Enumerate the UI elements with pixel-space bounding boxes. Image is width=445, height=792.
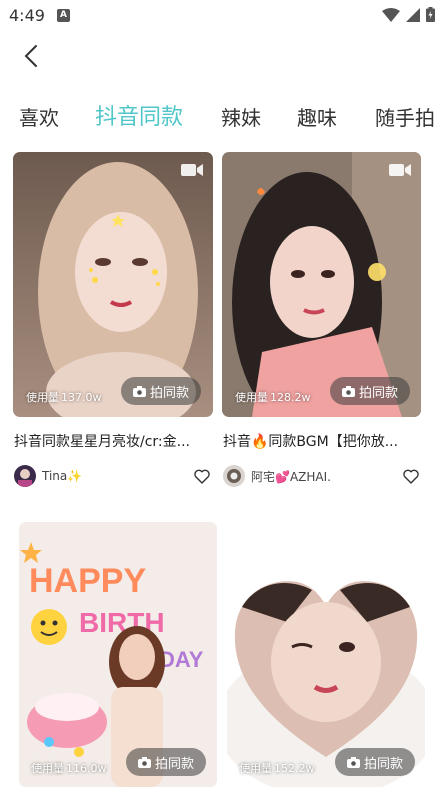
template-title[interactable]: 抖音🔥同款BGM【把你放... — [223, 431, 423, 451]
usage-number: 152.2w — [274, 762, 315, 775]
svg-text:HAPPY: HAPPY — [29, 562, 146, 600]
camera-icon — [132, 385, 146, 397]
usage-count: 使用量 116.0w — [31, 760, 107, 776]
tab-fun[interactable]: 趣味 — [297, 96, 337, 140]
shoot-same-button[interactable]: 拍同款 — [126, 748, 206, 776]
tab-snapshot[interactable]: 随手拍 — [375, 96, 435, 140]
author-name: Tina✨ — [42, 469, 83, 483]
signal-icon — [406, 7, 420, 22]
tab-like[interactable]: 喜欢 — [19, 96, 59, 140]
author-name: 阿宅💕AZHAI. — [251, 469, 331, 484]
chevron-left-icon — [24, 45, 37, 67]
shoot-same-label: 拍同款 — [358, 385, 398, 401]
status-bar: 4:49 A — [0, 0, 445, 34]
usage-count: 使用量 128.2w — [235, 389, 311, 405]
svg-text:DAY: DAY — [159, 647, 204, 672]
usage-number: 116.0w — [66, 762, 107, 775]
shoot-same-button[interactable]: 拍同款 — [121, 377, 201, 405]
template-card[interactable]: HAPPY BIRTH DAY 使用量 116.0w 拍同款 — [19, 522, 217, 792]
author-info[interactable]: 阿宅💕AZHAI. — [223, 465, 331, 487]
usage-label: 使用量 — [26, 391, 59, 404]
usage-count: 使用量 152.2w — [239, 760, 315, 776]
template-thumbnail[interactable]: 使用量 137.0w 拍同款 — [13, 152, 213, 417]
notification-a-icon: A — [57, 9, 70, 22]
shoot-same-label: 拍同款 — [363, 756, 403, 772]
wifi-icon — [382, 7, 400, 22]
shoot-same-label: 拍同款 — [149, 385, 189, 401]
video-camera-icon — [389, 164, 411, 176]
template-thumbnail[interactable]: 使用量 152.2w 拍同款 — [227, 522, 425, 787]
video-camera-icon — [181, 164, 203, 176]
camera-icon — [137, 756, 151, 768]
usage-label: 使用量 — [239, 762, 272, 775]
template-card[interactable]: 使用量 128.2w 拍同款 抖音🔥同款BGM【把你放... 阿宅💕AZHAI. — [222, 152, 422, 492]
template-card[interactable]: 使用量 137.0w 拍同款 抖音同款星星月亮妆/cr:金... Tina✨ — [13, 152, 213, 492]
template-title[interactable]: 抖音同款星星月亮妆/cr:金... — [14, 431, 214, 451]
usage-label: 使用量 — [31, 762, 64, 775]
tab-hot-girl[interactable]: 辣妹 — [221, 96, 261, 140]
usage-number: 137.0w — [61, 391, 102, 404]
usage-number: 128.2w — [270, 391, 311, 404]
template-thumbnail[interactable]: 使用量 128.2w 拍同款 — [222, 152, 421, 417]
camera-icon — [341, 385, 355, 397]
avatar — [14, 465, 36, 487]
category-tabs: 喜欢 抖音同款 辣妹 趣味 随手拍 — [0, 96, 445, 140]
template-card[interactable]: 使用量 152.2w 拍同款 — [227, 522, 427, 792]
tab-douyin-same[interactable]: 抖音同款 — [95, 96, 183, 140]
usage-label: 使用量 — [235, 391, 268, 404]
camera-icon — [346, 756, 360, 768]
battery-icon — [426, 7, 435, 22]
status-time: 4:49 — [9, 6, 45, 25]
usage-count: 使用量 137.0w — [26, 389, 102, 405]
shoot-same-button[interactable]: 拍同款 — [335, 748, 415, 776]
back-button[interactable] — [18, 40, 46, 72]
heart-icon[interactable] — [194, 469, 210, 484]
template-thumbnail[interactable]: HAPPY BIRTH DAY 使用量 116.0w 拍同款 — [19, 522, 217, 787]
shoot-same-button[interactable]: 拍同款 — [330, 377, 410, 405]
avatar — [223, 465, 245, 487]
status-icons — [382, 7, 435, 22]
heart-icon[interactable] — [403, 469, 419, 484]
shoot-same-label: 拍同款 — [154, 756, 194, 772]
author-info[interactable]: Tina✨ — [14, 465, 82, 487]
